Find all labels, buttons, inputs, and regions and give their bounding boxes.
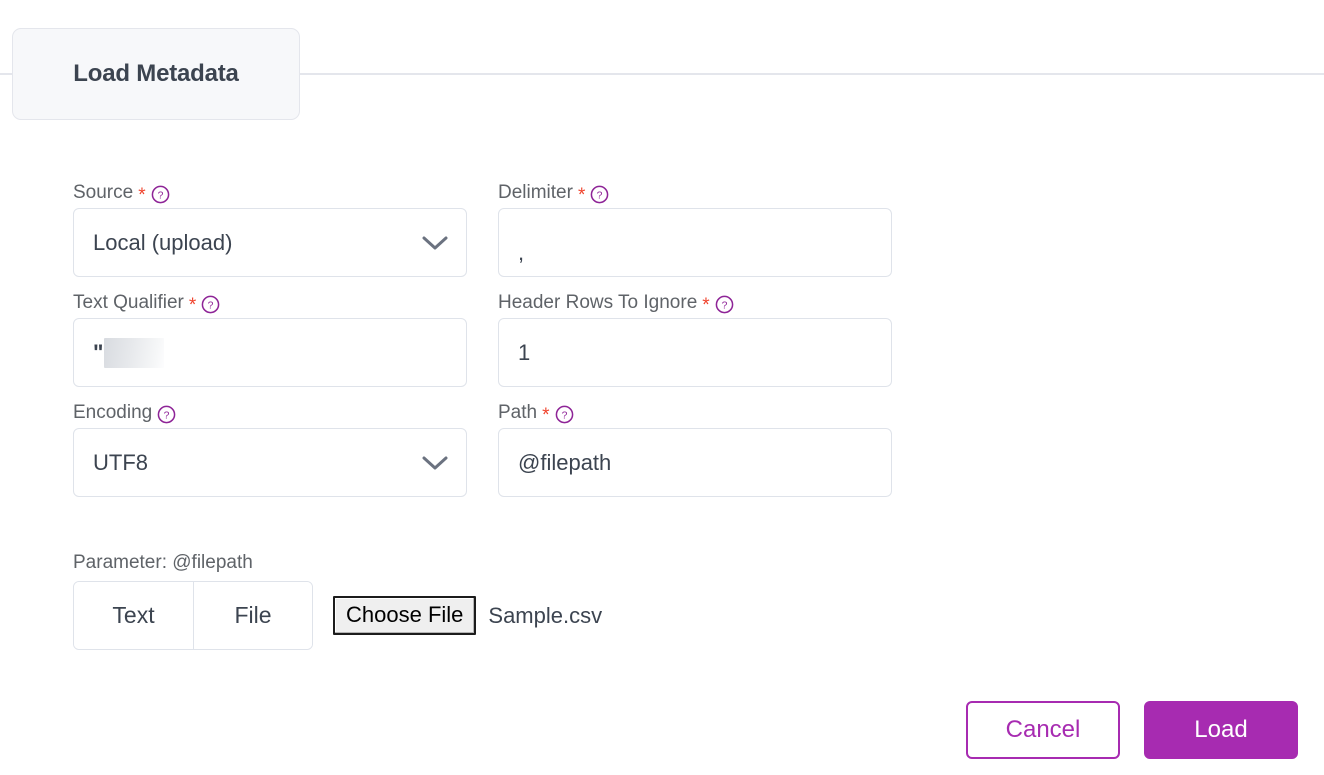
chevron-down-icon — [422, 456, 448, 469]
parameter-mode-file-label: File — [234, 602, 272, 628]
tab-strip: Load Metadata — [0, 28, 1324, 120]
field-text-qualifier-label-group: Text Qualifier * ? — [73, 288, 467, 318]
tab-load-metadata[interactable]: Load Metadata — [12, 28, 300, 120]
dialog-actions: Cancel Load — [966, 701, 1298, 759]
field-path: Path * ? @filepath — [498, 398, 892, 497]
file-picker: Choose File Sample.csv — [333, 596, 602, 635]
parameter-mode-text[interactable]: Text — [74, 582, 193, 649]
form-row: Text Qualifier * ? " Header Rows To Igno… — [73, 288, 893, 387]
field-source: Source * ? Local (upload) — [73, 178, 467, 277]
header-rows-to-ignore-input[interactable]: 1 — [498, 318, 892, 387]
form-row: Encoding ? UTF8 Path * ? @filepath — [73, 398, 893, 497]
parameter-controls: Text File Choose File Sample.csv — [73, 581, 602, 650]
tab-load-metadata-label: Load Metadata — [73, 60, 239, 87]
source-select[interactable]: Local (upload) — [73, 208, 467, 277]
help-circle-icon[interactable]: ? — [201, 295, 220, 314]
chevron-down-icon — [422, 236, 448, 249]
svg-text:?: ? — [561, 410, 567, 421]
source-select-value: Local (upload) — [93, 229, 233, 255]
cancel-button[interactable]: Cancel — [966, 701, 1120, 759]
field-encoding: Encoding ? UTF8 — [73, 398, 467, 497]
field-header-rows-label-group: Header Rows To Ignore * ? — [498, 288, 892, 318]
parameter-label: Parameter: @filepath — [73, 552, 253, 573]
header-rows-to-ignore-input-value: 1 — [518, 339, 531, 365]
parameter-mode-file[interactable]: File — [193, 582, 312, 649]
load-metadata-dialog: Load Metadata Source * ? Local (upload) … — [0, 0, 1324, 775]
delimiter-input-value: , — [518, 242, 525, 264]
svg-text:?: ? — [597, 190, 603, 201]
delimiter-input[interactable]: , — [498, 208, 892, 277]
field-text-qualifier: Text Qualifier * ? " — [73, 288, 467, 387]
parameter-section: Parameter: @filepath Text File Choose Fi… — [73, 550, 602, 650]
choose-file-button[interactable]: Choose File — [333, 596, 477, 635]
selected-file-name: Sample.csv — [488, 602, 603, 628]
field-encoding-label: Encoding — [73, 402, 153, 423]
text-qualifier-content: " — [93, 337, 165, 368]
text-qualifier-input[interactable]: " — [73, 318, 467, 387]
path-input[interactable]: @filepath — [498, 428, 892, 497]
field-header-rows-to-ignore: Header Rows To Ignore * ? 1 — [498, 288, 892, 387]
encoding-select-value: UTF8 — [93, 449, 148, 475]
text-qualifier-input-value: " — [93, 339, 103, 365]
metadata-form: Source * ? Local (upload) Delimiter * ? … — [73, 178, 893, 508]
form-row: Source * ? Local (upload) Delimiter * ? … — [73, 178, 893, 277]
parameter-mode-text-label: Text — [112, 602, 155, 628]
help-circle-icon[interactable]: ? — [715, 295, 734, 314]
field-text-qualifier-label: Text Qualifier — [73, 292, 184, 313]
field-path-label-group: Path * ? — [498, 398, 892, 428]
field-delimiter-label-group: Delimiter * ? — [498, 178, 892, 208]
help-circle-icon[interactable]: ? — [157, 405, 176, 424]
load-button[interactable]: Load — [1144, 701, 1298, 759]
encoding-select[interactable]: UTF8 — [73, 428, 467, 497]
help-circle-icon[interactable]: ? — [555, 405, 574, 424]
required-asterisk: * — [577, 185, 586, 206]
field-encoding-label-group: Encoding ? — [73, 398, 467, 428]
field-path-label: Path — [498, 402, 538, 423]
redaction-block — [104, 337, 165, 368]
field-delimiter: Delimiter * ? , — [498, 178, 892, 277]
help-circle-icon[interactable]: ? — [590, 185, 609, 204]
required-asterisk: * — [188, 295, 197, 316]
svg-text:?: ? — [164, 410, 170, 421]
field-source-label-group: Source * ? — [73, 178, 467, 208]
required-asterisk: * — [542, 405, 550, 426]
parameter-mode-toggle: Text File — [73, 581, 313, 650]
field-delimiter-label: Delimiter — [498, 182, 573, 203]
svg-text:?: ? — [208, 300, 214, 311]
svg-text:?: ? — [721, 300, 727, 311]
help-circle-icon[interactable]: ? — [151, 185, 170, 204]
field-header-rows-to-ignore-label: Header Rows To Ignore — [498, 292, 698, 313]
required-asterisk: * — [138, 185, 146, 206]
path-input-value: @filepath — [518, 449, 612, 475]
required-asterisk: * — [702, 295, 710, 316]
field-source-label: Source — [73, 182, 134, 203]
svg-text:?: ? — [157, 190, 163, 201]
